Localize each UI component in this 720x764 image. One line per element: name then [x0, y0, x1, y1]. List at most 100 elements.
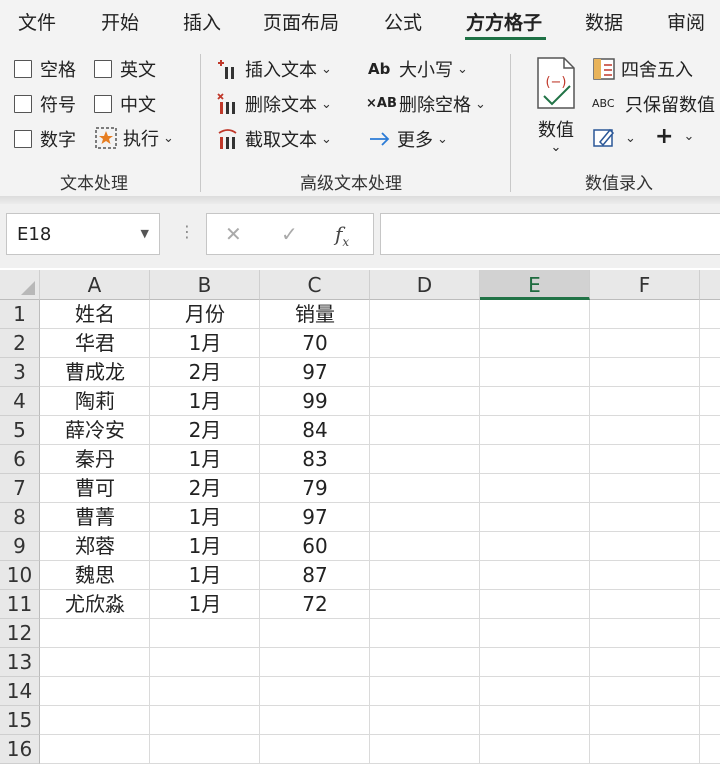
tab-formulas[interactable]: 公式 — [384, 8, 422, 35]
header-cell[interactable]: 姓名 — [40, 300, 150, 329]
row-header[interactable]: 10 — [0, 561, 40, 590]
data-cell[interactable]: 1月 — [150, 387, 260, 416]
data-cell[interactable]: 84 — [260, 416, 370, 445]
data-cell[interactable]: 尤欣淼 — [40, 590, 150, 619]
tab-fangfang-gezi[interactable]: 方方格子 — [466, 8, 542, 35]
row-header[interactable]: 4 — [0, 387, 40, 416]
plus-button[interactable]: + ⌄ — [655, 124, 694, 149]
round-button[interactable]: 四舍五入 — [592, 56, 693, 82]
more-button[interactable]: 更多 ⌄ — [368, 126, 448, 152]
column-header-e[interactable]: E — [480, 270, 590, 300]
checkbox-box[interactable] — [14, 130, 32, 148]
row-header[interactable]: 5 — [0, 416, 40, 445]
data-cell[interactable]: 1月 — [150, 329, 260, 358]
checkbox-english[interactable]: 英文 — [94, 56, 156, 82]
case-button[interactable]: Ab 大小写 ⌄ — [368, 56, 468, 82]
data-cell[interactable]: 华君 — [40, 329, 150, 358]
data-cell[interactable]: 1月 — [150, 590, 260, 619]
row-header[interactable]: 15 — [0, 706, 40, 735]
tab-file[interactable]: 文件 — [18, 8, 56, 35]
keep-values-button[interactable]: ABC 只保留数值 — [592, 91, 715, 117]
data-cell[interactable]: 陶莉 — [40, 387, 150, 416]
delete-text-button[interactable]: 删除文本 ⌄ — [216, 91, 332, 117]
tab-page-layout[interactable]: 页面布局 — [263, 8, 339, 35]
value-button-label: 数值 — [538, 120, 574, 141]
data-cell[interactable]: 曹可 — [40, 474, 150, 503]
data-cell[interactable]: 魏思 — [40, 561, 150, 590]
row-header[interactable]: 3 — [0, 358, 40, 387]
checkbox-chinese[interactable]: 中文 — [94, 91, 156, 117]
row-header[interactable]: 8 — [0, 503, 40, 532]
row-header[interactable]: 2 — [0, 329, 40, 358]
round-label: 四舍五入 — [621, 60, 693, 81]
header-cell[interactable]: 月份 — [150, 300, 260, 329]
row-header[interactable]: 9 — [0, 532, 40, 561]
more-label: 更多 — [397, 130, 433, 151]
column-header-c[interactable]: C — [260, 270, 370, 300]
data-cell[interactable]: 72 — [260, 590, 370, 619]
checkbox-symbol[interactable]: 符号 — [14, 91, 76, 117]
tab-data[interactable]: 数据 — [585, 8, 623, 35]
name-box[interactable]: E18 ▼ — [6, 213, 160, 255]
data-cell[interactable]: 薛冷安 — [40, 416, 150, 445]
delete-space-button[interactable]: ×AB 删除空格 ⌄ — [366, 91, 486, 117]
row-header[interactable]: 12 — [0, 619, 40, 648]
data-cell[interactable]: 郑蓉 — [40, 532, 150, 561]
cell-area[interactable]: 姓名 月份 销量 华君 1月 70 曹成龙 2月 97 陶莉 1月 99 薛冷安 2月 84 秦丹 1月 83 曹可… — [40, 300, 720, 764]
tab-home[interactable]: 开始 — [101, 8, 139, 35]
checkbox-number[interactable]: 数字 — [14, 126, 76, 152]
data-cell[interactable]: 1月 — [150, 532, 260, 561]
checkbox-box[interactable] — [14, 60, 32, 78]
formula-input[interactable] — [380, 213, 720, 255]
row-header[interactable]: 13 — [0, 648, 40, 677]
data-cell[interactable]: 1月 — [150, 445, 260, 474]
data-cell[interactable]: 秦丹 — [40, 445, 150, 474]
row-header[interactable]: 7 — [0, 474, 40, 503]
column-header-f[interactable]: F — [590, 270, 700, 300]
data-cell[interactable]: 97 — [260, 358, 370, 387]
data-cell[interactable]: 97 — [260, 503, 370, 532]
tab-insert[interactable]: 插入 — [183, 8, 221, 35]
column-header-d[interactable]: D — [370, 270, 480, 300]
checkbox-box[interactable] — [94, 95, 112, 113]
vertical-dots-icon[interactable]: ⋮ — [179, 222, 195, 241]
data-cell[interactable]: 70 — [260, 329, 370, 358]
row-header[interactable]: 1 — [0, 300, 40, 329]
execute-button[interactable]: 执行 ⌄ — [94, 125, 174, 151]
confirm-icon[interactable]: ✓ — [281, 222, 298, 246]
row-header[interactable]: 6 — [0, 445, 40, 474]
edit-cell-button[interactable]: ⌄ — [592, 126, 636, 150]
row-header[interactable]: 16 — [0, 735, 40, 764]
data-cell[interactable]: 99 — [260, 387, 370, 416]
row-header[interactable]: 11 — [0, 590, 40, 619]
row-header[interactable]: 14 — [0, 677, 40, 706]
column-header-g[interactable] — [700, 270, 720, 300]
column-header-b[interactable]: B — [150, 270, 260, 300]
data-cell[interactable]: 2月 — [150, 474, 260, 503]
data-cell[interactable]: 2月 — [150, 416, 260, 445]
checkbox-space[interactable]: 空格 — [14, 56, 76, 82]
data-cell[interactable]: 2月 — [150, 358, 260, 387]
function-icon[interactable]: fx — [335, 222, 349, 249]
delete-text-icon — [216, 92, 240, 116]
tab-review[interactable]: 审阅 — [667, 8, 705, 35]
extract-text-button[interactable]: 截取文本 ⌄ — [216, 126, 332, 152]
data-cell[interactable]: 83 — [260, 445, 370, 474]
data-cell[interactable]: 87 — [260, 561, 370, 590]
data-cell[interactable]: 1月 — [150, 561, 260, 590]
select-all-corner[interactable] — [0, 270, 40, 300]
dropdown-arrow-icon[interactable]: ▼ — [141, 227, 149, 240]
column-header-a[interactable]: A — [40, 270, 150, 300]
checkbox-box[interactable] — [14, 95, 32, 113]
data-cell[interactable]: 曹菁 — [40, 503, 150, 532]
insert-text-button[interactable]: 插入文本 ⌄ — [216, 56, 332, 82]
chevron-down-icon: ⌄ — [321, 131, 332, 147]
header-cell[interactable]: 销量 — [260, 300, 370, 329]
data-cell[interactable]: 曹成龙 — [40, 358, 150, 387]
data-cell[interactable]: 1月 — [150, 503, 260, 532]
data-cell[interactable]: 60 — [260, 532, 370, 561]
data-cell[interactable]: 79 — [260, 474, 370, 503]
cancel-icon[interactable]: ✕ — [225, 222, 242, 246]
checkbox-box[interactable] — [94, 60, 112, 78]
value-button[interactable]: (−) 数值 ⌄ — [528, 56, 584, 156]
